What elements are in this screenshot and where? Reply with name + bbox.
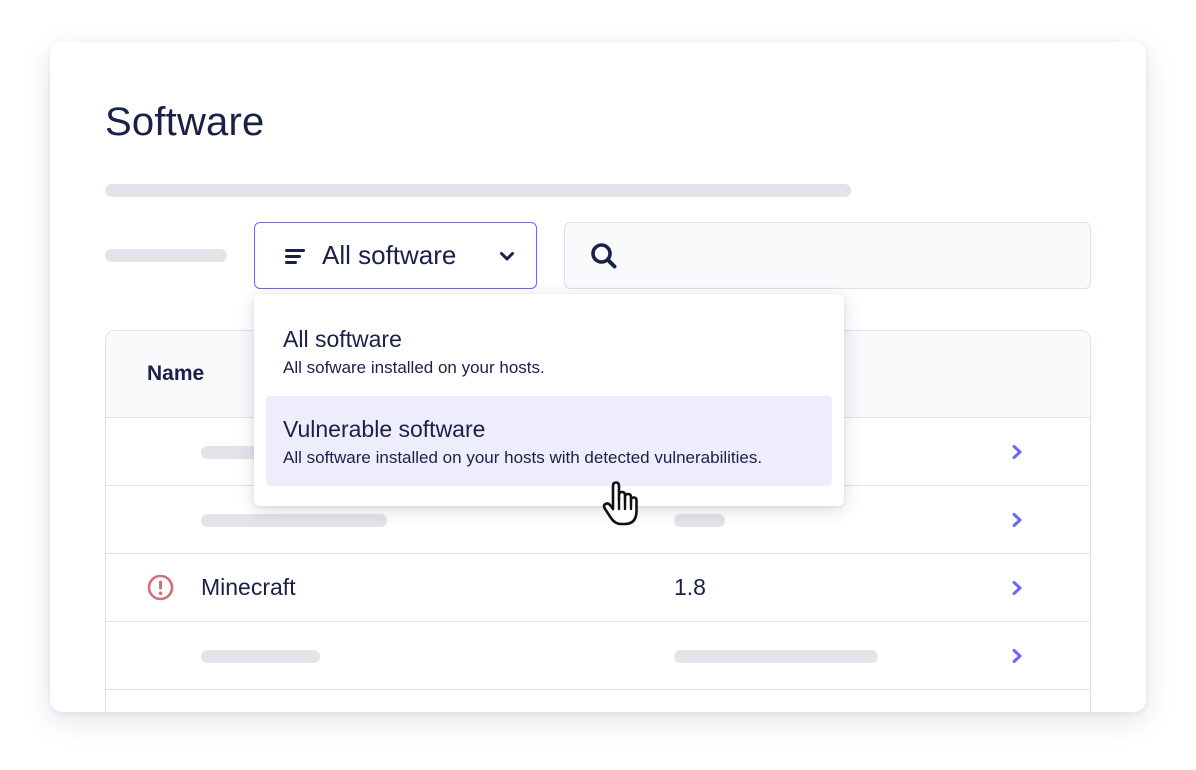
option-vulnerable-software[interactable]: Vulnerable software All software install… (266, 396, 832, 486)
software-name: Minecraft (201, 574, 296, 600)
alert-icon (147, 574, 174, 606)
filter-selected-label: All software (322, 240, 457, 270)
option-title: All software (283, 326, 402, 352)
option-all-software[interactable]: All software All sofware installed on yo… (266, 306, 832, 396)
chevron-right-icon[interactable] (1010, 648, 1024, 669)
software-card: Software All software Name Minecraft 1.8… (50, 42, 1146, 712)
search-input[interactable] (564, 222, 1091, 289)
page-title: Software (105, 100, 265, 144)
version-placeholder (674, 514, 725, 527)
search-icon (589, 241, 619, 276)
option-description: All software installed on your hosts wit… (283, 448, 763, 467)
description-placeholder (105, 184, 851, 197)
chevron-right-icon[interactable] (1010, 580, 1024, 601)
table-row[interactable]: Minecraft 1.8 (106, 554, 1090, 622)
table-row[interactable] (106, 622, 1090, 690)
chevron-right-icon[interactable] (1010, 512, 1024, 533)
software-filter-dropdown[interactable]: All software (254, 222, 537, 289)
column-header-name[interactable]: Name (147, 362, 204, 386)
option-title: Vulnerable software (283, 416, 486, 442)
option-description: All sofware installed on your hosts. (283, 358, 545, 377)
chevron-down-icon (498, 247, 516, 270)
software-version: 1.8 (674, 574, 706, 600)
name-placeholder (201, 514, 387, 527)
pointer-cursor-icon (601, 480, 641, 533)
filter-icon (285, 248, 305, 265)
chevron-right-icon[interactable] (1010, 444, 1024, 465)
filter-dropdown-menu: All software All sofware installed on yo… (254, 294, 844, 506)
name-placeholder (201, 650, 320, 663)
version-placeholder (674, 650, 878, 663)
count-placeholder (105, 249, 227, 262)
